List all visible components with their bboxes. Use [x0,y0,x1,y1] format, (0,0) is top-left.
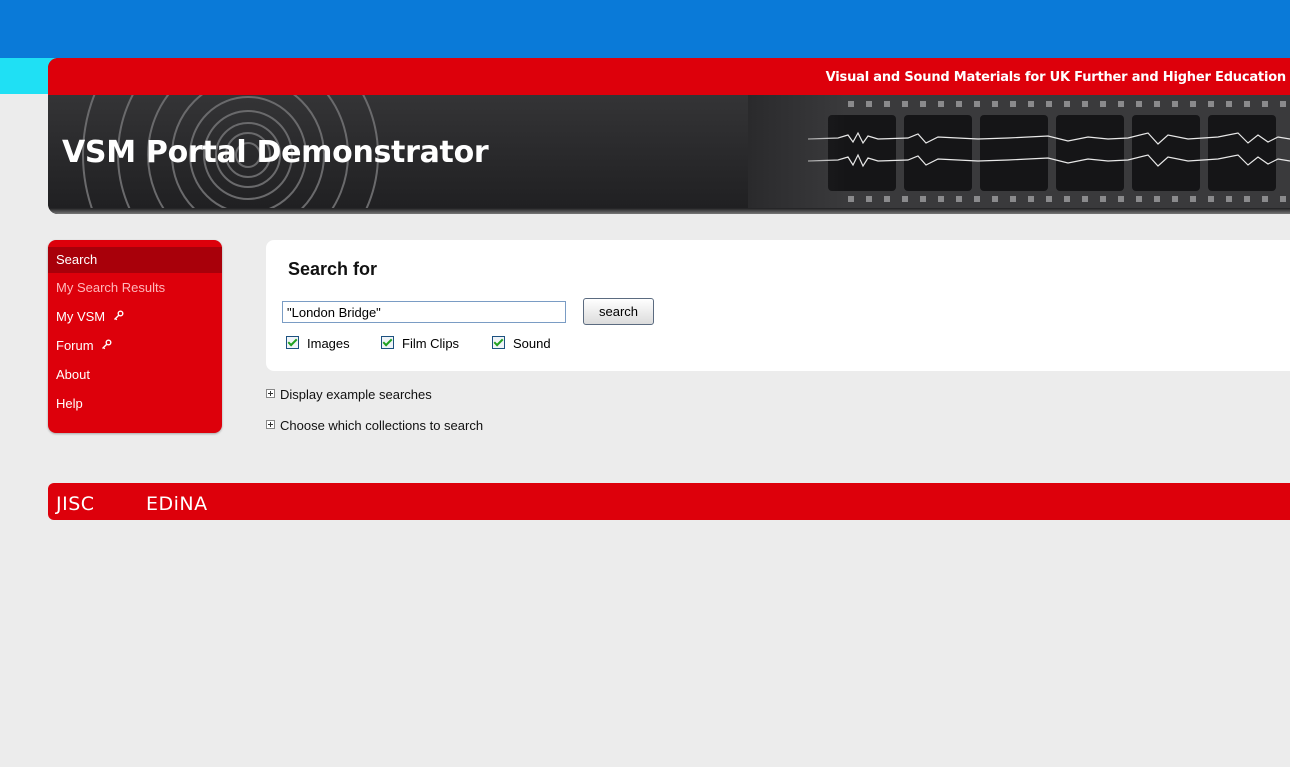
sidebar-item-my-vsm[interactable]: My VSM [48,302,222,331]
site-title: VSM Portal Demonstrator [62,135,489,170]
header-banner: VSM Portal Demonstrator [48,95,1290,214]
sidebar-item-help[interactable]: Help [48,389,222,418]
sidebar-item-label: About [56,367,90,382]
sidebar-item-label: My VSM [56,309,106,324]
key-icon [102,339,112,350]
header-shadow [48,208,1290,214]
jisc-logo[interactable]: JISC [56,493,95,515]
search-heading: Search for [288,259,378,279]
checkbox-label: Images [307,336,350,351]
key-icon [113,310,124,321]
choose-collections-toggle[interactable]: Choose which collections to search [266,418,483,433]
film-clips-checkbox[interactable]: Film Clips [381,336,459,351]
header-tagline-bar: Visual and Sound Materials for UK Furthe… [48,58,1290,95]
sidebar-item-label: Search [56,252,98,267]
toggle-label: Display example searches [280,387,432,402]
sidebar-nav: Search My Search Results My VSM Forum Ab… [48,240,222,433]
display-examples-toggle[interactable]: Display example searches [266,387,432,402]
checkbox-checked-icon [286,336,299,349]
sidebar-item-about[interactable]: About [48,360,222,389]
images-checkbox[interactable]: Images [286,336,350,351]
sidebar-item-label: Help [56,396,83,411]
checkbox-checked-icon [381,336,394,349]
edina-logo[interactable]: EDiNA [146,493,208,515]
checkbox-checked-icon [492,336,505,349]
checkbox-label: Sound [513,336,551,351]
site-footer: JISC EDiNA [48,483,1290,520]
sidebar-item-search[interactable]: Search [48,247,222,273]
sidebar-item-label: Forum [56,338,94,353]
site-tagline: Visual and Sound Materials for UK Furthe… [825,70,1287,85]
sidebar-item-label: My Search Results [56,280,166,295]
site-header: Visual and Sound Materials for UK Furthe… [48,58,1290,214]
search-input[interactable] [282,301,566,323]
sidebar-item-forum[interactable]: Forum [48,331,222,360]
sidebar-item-my-search-results[interactable]: My Search Results [48,273,222,302]
sound-checkbox[interactable]: Sound [492,336,551,351]
checkbox-label: Film Clips [402,336,460,351]
toggle-label: Choose which collections to search [280,418,484,433]
expand-plus-icon [266,420,275,429]
filmstrip-waveform-graphic [748,95,1290,214]
expand-plus-icon [266,389,275,398]
search-panel: Search for search Images Film Clips Soun… [266,240,1290,371]
search-button[interactable]: search [583,298,654,325]
top-blue-bar [0,0,1290,58]
